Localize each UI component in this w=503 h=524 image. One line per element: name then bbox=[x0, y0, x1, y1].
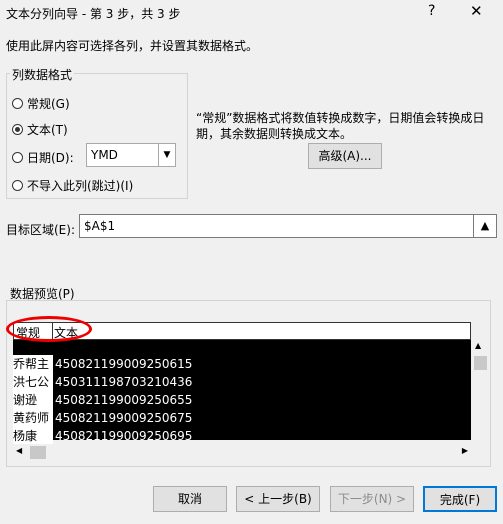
radio-skip-label: 不导入此列(跳过)(I) bbox=[27, 179, 134, 193]
scroll-right-icon[interactable]: ▶ bbox=[462, 446, 468, 455]
close-icon[interactable]: ✕ bbox=[470, 2, 483, 20]
date-format-select[interactable]: YMD ▼ bbox=[86, 143, 176, 167]
list-item: 黄药师 bbox=[13, 411, 50, 425]
list-item: 谢逊 bbox=[13, 393, 38, 407]
radio-general-label: 常规(G) bbox=[27, 97, 70, 111]
scroll-up-icon[interactable]: ▲ bbox=[475, 341, 481, 350]
radio-general-indicator[interactable] bbox=[12, 98, 23, 109]
radio-text[interactable]: 文本(T) bbox=[12, 121, 68, 138]
target-label: 目标区域(E): bbox=[6, 223, 75, 237]
radio-skip-indicator[interactable] bbox=[12, 180, 23, 191]
target-value: $A$1 bbox=[84, 219, 116, 233]
radio-general[interactable]: 常规(G) bbox=[12, 95, 70, 112]
window-title: 文本分列向导 - 第 3 步，共 3 步 bbox=[6, 7, 181, 21]
finish-button[interactable]: 完成(F) bbox=[423, 486, 497, 512]
cancel-button[interactable]: 取消 bbox=[153, 486, 227, 512]
collapse-dialog-icon[interactable]: ▲ bbox=[473, 215, 496, 237]
next-button[interactable]: 下一步(N) > bbox=[330, 486, 414, 512]
format-description: “常规”数据格式将数值转换成数字，日期值会转换成日期，其余数据则转换成文本。 bbox=[196, 111, 485, 141]
list-item: 450821199009250615 bbox=[55, 357, 193, 371]
list-item: 乔帮主 bbox=[13, 357, 50, 371]
help-icon[interactable]: ? bbox=[428, 3, 435, 19]
list-item: 洪七公 bbox=[13, 375, 50, 389]
radio-text-label: 文本(T) bbox=[27, 123, 68, 137]
radio-skip[interactable]: 不导入此列(跳过)(I) bbox=[12, 177, 133, 194]
advanced-button[interactable]: 高级(A)... bbox=[308, 143, 382, 169]
date-format-value: YMD bbox=[91, 148, 118, 162]
horizontal-scrollbar[interactable]: ◀ ▶ bbox=[13, 444, 471, 461]
back-button[interactable]: < 上一步(B) bbox=[236, 486, 320, 512]
radio-date-indicator[interactable] bbox=[12, 152, 23, 163]
preview-data-area[interactable]: 乔帮主 洪七公 谢逊 黄药师 杨康 450821199009250615 450… bbox=[13, 340, 471, 445]
instruction-text: 使用此屏内容可选择各列，并设置其数据格式。 bbox=[6, 39, 259, 53]
list-item: 450311198703210436 bbox=[55, 375, 193, 389]
scroll-thumb[interactable] bbox=[30, 446, 46, 459]
title-bar: 文本分列向导 - 第 3 步，共 3 步 ? ✕ bbox=[0, 0, 503, 26]
scroll-thumb[interactable] bbox=[474, 356, 487, 370]
list-item: 450821199009250695 bbox=[55, 429, 193, 443]
list-item: 杨康 bbox=[13, 429, 38, 443]
radio-date-label: 日期(D): bbox=[27, 151, 74, 165]
preview-column-ids: 450821199009250615 450311198703210436 45… bbox=[55, 355, 192, 445]
preview-column-names: 乔帮主 洪七公 谢逊 黄药师 杨康 bbox=[13, 355, 53, 445]
chevron-down-icon[interactable]: ▼ bbox=[158, 144, 175, 166]
vertical-scrollbar[interactable]: ▲ bbox=[472, 340, 489, 444]
highlight-circle bbox=[6, 316, 92, 342]
radio-date[interactable]: 日期(D): bbox=[12, 149, 74, 166]
scroll-left-icon[interactable]: ◀ bbox=[16, 446, 22, 455]
list-item: 450821199009250675 bbox=[55, 411, 193, 425]
target-input[interactable]: $A$1 ▲ bbox=[79, 214, 497, 238]
column-format-title: 列数据格式 bbox=[10, 66, 75, 83]
radio-text-indicator[interactable] bbox=[12, 124, 23, 135]
list-item: 450821199009250655 bbox=[55, 393, 193, 407]
